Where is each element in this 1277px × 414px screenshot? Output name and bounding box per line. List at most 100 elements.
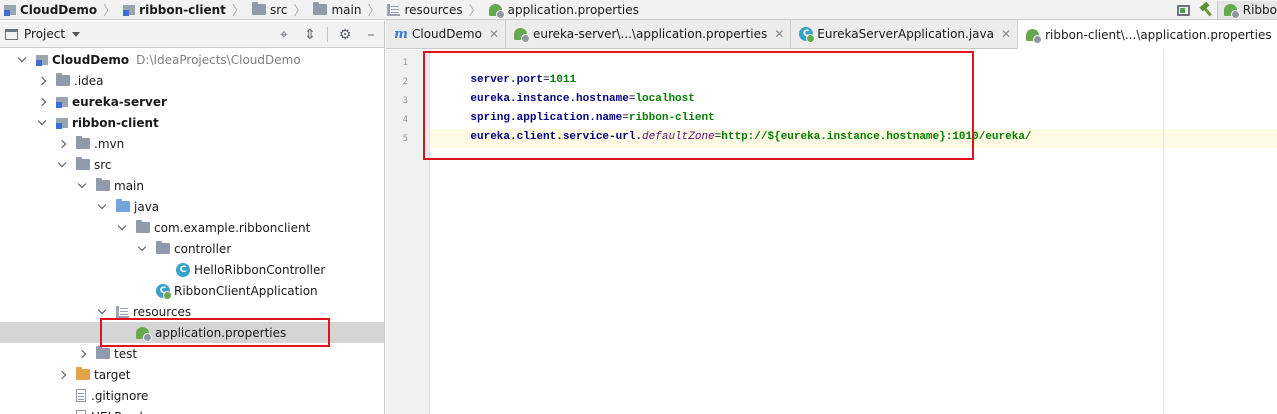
breadcrumb-label: main — [331, 2, 362, 17]
tree-item[interactable]: target — [0, 364, 384, 385]
chevron-down-icon[interactable] — [114, 220, 130, 236]
tree-item-label: HELP.md — [91, 410, 143, 414]
breadcrumb-main[interactable]: main 〉 — [309, 0, 383, 20]
run-configuration-selector[interactable]: Ribbo — [1216, 1, 1277, 19]
tree-item[interactable]: main — [0, 175, 384, 196]
spring-boot-icon — [1223, 3, 1240, 19]
project-window-icon — [5, 28, 18, 40]
layout-button[interactable] — [1173, 0, 1195, 20]
locate-file-button[interactable]: ⌖ — [271, 21, 297, 48]
chevron-down-icon[interactable] — [54, 157, 70, 173]
tree-item[interactable]: C HelloRibbonController — [0, 259, 384, 280]
code-highlight-box — [423, 51, 974, 160]
breadcrumb-label: CloudDemo — [20, 2, 98, 17]
editor-tab[interactable]: C EurekaServerApplication.java ✕ — [791, 20, 1019, 48]
tree-item-label: eureka-server — [72, 94, 167, 109]
tree-item[interactable]: controller — [0, 238, 384, 259]
tree-item-label: target — [94, 367, 131, 382]
editor-tab[interactable]: eureka-server\...\application.properties… — [506, 20, 792, 48]
close-icon[interactable]: ✕ — [774, 27, 784, 41]
editor-tab-label: EurekaServerApplication.java — [817, 27, 994, 41]
source-folder-icon — [116, 199, 130, 212]
layout-icon — [1177, 4, 1191, 16]
close-icon[interactable]: ✕ — [1001, 27, 1011, 41]
spring-boot-class-icon: C — [156, 283, 172, 300]
chevron-down-icon[interactable] — [34, 115, 50, 131]
module-icon — [36, 54, 48, 66]
line-number: 5 — [402, 134, 408, 144]
build-button[interactable] — [1195, 0, 1217, 20]
project-panel-header: Project ⌖ ⇕ ⚙ – — [0, 21, 384, 48]
tree-item-label: .mvn — [94, 136, 125, 151]
breadcrumb-src[interactable]: src 〉 — [248, 0, 310, 20]
chevron-down-icon[interactable] — [134, 241, 150, 257]
tree-item[interactable]: eureka-server — [0, 91, 384, 112]
folder-icon — [313, 2, 328, 15]
editor-tab-bar: m CloudDemo ✕ eureka-server\...\application… — [386, 20, 1277, 49]
project-panel-tools: ⌖ ⇕ ⚙ – — [271, 21, 384, 48]
folder-icon — [76, 157, 90, 170]
chevron-down-icon[interactable] — [14, 52, 30, 68]
tree-item[interactable]: .gitignore — [0, 385, 384, 406]
breadcrumb-resources[interactable]: resources 〉 — [383, 0, 484, 20]
tree-item[interactable]: .idea — [0, 70, 384, 91]
tree-item[interactable]: HELP.md — [0, 406, 384, 414]
tree-item-label: test — [114, 346, 138, 361]
tree-item[interactable]: java — [0, 196, 384, 217]
tree-item[interactable]: C RibbonClientApplication — [0, 280, 384, 301]
settings-button[interactable]: ⚙ — [332, 21, 358, 48]
chevron-right-icon[interactable] — [54, 367, 70, 383]
chevron-right-icon: 〉 — [231, 4, 245, 19]
folder-icon — [96, 178, 110, 191]
chevron-right-icon[interactable] — [54, 136, 70, 152]
breadcrumb-label: resources — [404, 2, 463, 17]
editor-tab-label: CloudDemo — [412, 27, 482, 41]
toolbar-right: Ribbo — [1173, 0, 1277, 20]
breadcrumb-application-properties[interactable]: application.properties — [485, 0, 642, 20]
chevron-right-icon[interactable] — [74, 346, 90, 362]
breadcrumb-label: src — [269, 2, 288, 17]
editor-tab-label: ribbon-client\...\application.properties — [1045, 27, 1272, 42]
folder-icon — [251, 2, 266, 15]
tree-item-label: .idea — [74, 73, 104, 88]
tree-item[interactable]: com.example.ribbonclient — [0, 217, 384, 238]
hammer-icon — [1198, 2, 1214, 18]
tree-item-label: main — [114, 178, 144, 193]
chevron-down-icon[interactable] — [74, 178, 90, 194]
hide-panel-button[interactable]: – — [358, 21, 384, 48]
tree-item-path: D:\IdeaProjects\CloudDemo — [136, 52, 301, 67]
right-margin-guide — [1163, 50, 1164, 414]
crosshair-icon: ⌖ — [280, 26, 288, 43]
editor-tab[interactable]: ribbon-client\...\application.properties… — [1018, 20, 1277, 49]
properties-file-icon — [1026, 28, 1043, 44]
tree-item[interactable]: .mvn — [0, 133, 384, 154]
maven-icon: m — [394, 26, 408, 42]
chevron-down-icon[interactable] — [94, 199, 110, 215]
breadcrumb-ribbon-client[interactable]: ribbon-client 〉 — [119, 0, 248, 20]
tree-item-label: CloudDemo — [52, 52, 130, 67]
text-file-icon — [76, 389, 86, 402]
spring-boot-class-icon: C — [799, 27, 816, 43]
chevron-right-icon[interactable] — [34, 94, 50, 110]
markdown-file-icon — [76, 410, 86, 414]
tree-item[interactable]: CloudDemo D:\IdeaProjects\CloudDemo — [0, 49, 384, 70]
module-icon — [56, 117, 68, 129]
breadcrumb-clouddemo[interactable]: CloudDemo 〉 — [0, 0, 119, 20]
resources-folder-icon — [387, 3, 401, 16]
tree-item[interactable]: ribbon-client — [0, 112, 384, 133]
tree-item-label: ribbon-client — [72, 115, 159, 130]
excluded-folder-icon — [76, 367, 90, 380]
chevron-right-icon[interactable] — [34, 73, 50, 89]
collapse-all-button[interactable]: ⇕ — [297, 21, 323, 48]
line-number: 2 — [402, 77, 408, 87]
editor-tab-label: eureka-server\...\application.properties — [533, 27, 768, 41]
tree-item-label: resources — [133, 304, 192, 319]
minimize-icon: – — [367, 26, 375, 43]
chevron-down-icon — [72, 31, 81, 37]
project-view-selector[interactable]: Project — [0, 21, 81, 48]
editor-tab[interactable]: m CloudDemo ✕ — [386, 20, 506, 48]
close-icon[interactable]: ✕ — [489, 27, 499, 41]
tree-item-label: controller — [174, 241, 232, 256]
tree-item[interactable]: src — [0, 154, 384, 175]
toolbar-divider — [327, 27, 328, 42]
